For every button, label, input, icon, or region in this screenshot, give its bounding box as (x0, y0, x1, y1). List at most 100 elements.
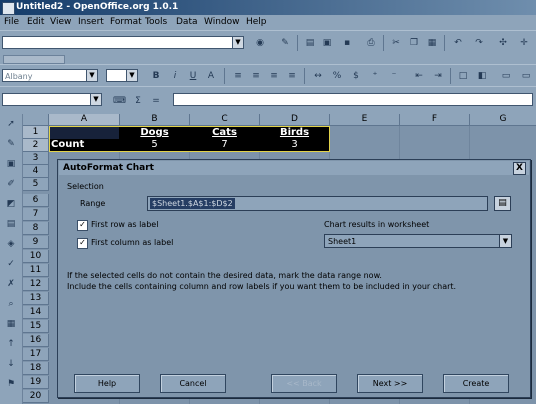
autofilter-icon[interactable]: ⚑ (5, 378, 17, 390)
row-header[interactable]: 20 (23, 390, 49, 403)
range-input[interactable]: $Sheet1.$A$1:$D$2 (147, 196, 488, 211)
edit-icon[interactable]: ✎ (5, 138, 17, 150)
align-top-icon[interactable]: ▭ (500, 70, 512, 82)
menu-data[interactable]: Data (176, 15, 198, 30)
pencil-icon[interactable]: ✐ (5, 178, 17, 190)
cell-a2[interactable]: Count (51, 139, 118, 151)
delete-decimal-icon[interactable]: ⁻ (388, 70, 400, 82)
insert-object-icon[interactable]: ◩ (5, 198, 17, 210)
cut-icon[interactable]: ✂ (390, 37, 402, 49)
help-button[interactable]: Help (74, 374, 140, 393)
undo-icon[interactable]: ↶ (452, 37, 464, 49)
save-icon[interactable]: ▪ (341, 37, 353, 49)
sum-icon[interactable]: Σ (132, 95, 144, 107)
menu-tools[interactable]: Tools (145, 15, 167, 30)
formula-input[interactable] (173, 93, 533, 106)
copy-icon[interactable]: ❐ (408, 37, 420, 49)
row-header[interactable]: 18 (23, 362, 49, 375)
cell-c2[interactable]: 7 (190, 139, 259, 151)
column-header-g[interactable]: G (470, 114, 536, 126)
chevron-down-icon[interactable]: ▼ (126, 70, 137, 81)
navigator-icon[interactable]: ✣ (497, 37, 509, 49)
borders-icon[interactable]: □ (457, 70, 469, 82)
background-color-icon[interactable]: ◧ (476, 70, 488, 82)
underline-icon[interactable]: U (187, 70, 199, 82)
row-header[interactable]: 1 (23, 126, 49, 139)
back-button[interactable]: << Back (271, 374, 337, 393)
first-column-checkbox[interactable]: ✓ (77, 238, 88, 249)
column-header-b[interactable]: B (120, 114, 190, 126)
row-header[interactable]: 10 (23, 250, 49, 263)
decrease-indent-icon[interactable]: ⇤ (413, 70, 425, 82)
datasource-icon[interactable]: ▦ (5, 318, 17, 330)
row-header[interactable]: 5 (23, 178, 49, 191)
column-header-c[interactable]: C (190, 114, 260, 126)
sort-descending-icon[interactable]: ↓ (5, 358, 17, 370)
spellcheck-icon[interactable]: ✓ (5, 258, 17, 270)
name-box[interactable]: ▼ (2, 93, 102, 106)
column-header-f[interactable]: F (400, 114, 470, 126)
bold-icon[interactable]: B (150, 70, 162, 82)
add-decimal-icon[interactable]: ⁺ (369, 70, 381, 82)
menu-view[interactable]: View (50, 15, 71, 30)
percent-icon[interactable]: % (331, 70, 343, 82)
row-header[interactable]: 14 (23, 306, 49, 319)
open-icon[interactable]: ▣ (321, 37, 333, 49)
column-header-d[interactable]: D (260, 114, 330, 126)
row-header[interactable]: 12 (23, 278, 49, 291)
row-header[interactable]: 3 (23, 152, 49, 165)
paste-icon[interactable]: ▦ (426, 37, 438, 49)
increase-indent-icon[interactable]: ⇥ (432, 70, 444, 82)
cell-c1[interactable]: Cats (190, 127, 259, 139)
menu-insert[interactable]: Insert (78, 15, 104, 30)
cancel-button[interactable]: Cancel (160, 374, 226, 393)
url-combo[interactable]: ▼ (2, 36, 244, 49)
currency-icon[interactable]: $ (350, 70, 362, 82)
chevron-down-icon[interactable]: ▼ (232, 37, 243, 48)
cell-a1[interactable] (50, 127, 119, 139)
chevron-down-icon[interactable]: ▼ (499, 235, 511, 247)
font-size-combo[interactable]: ▼ (106, 69, 138, 82)
column-header-e[interactable]: E (330, 114, 400, 126)
shrink-range-button[interactable]: ▤ (494, 196, 511, 211)
align-right-icon[interactable]: ≡ (268, 70, 280, 82)
row-header[interactable]: 7 (23, 208, 49, 221)
create-button[interactable]: Create (443, 374, 509, 393)
pointer-icon[interactable]: ➚ (5, 118, 17, 130)
next-button[interactable]: Next >> (357, 374, 423, 393)
toolbar-tab[interactable] (3, 55, 65, 64)
select-all-corner[interactable] (23, 114, 49, 126)
insert-icon[interactable]: ▣ (5, 158, 17, 170)
chevron-down-icon[interactable]: ▼ (86, 70, 97, 81)
close-icon[interactable]: X (513, 162, 526, 175)
align-middle-icon[interactable]: ▭ (520, 70, 532, 82)
stylist-icon[interactable]: ✛ (518, 37, 530, 49)
font-color-icon[interactable]: A (205, 70, 217, 82)
menu-help[interactable]: Help (246, 15, 267, 30)
font-name-combo[interactable]: Albany ▼ (2, 69, 98, 82)
form-icon[interactable]: ▤ (5, 218, 17, 230)
autospell-icon[interactable]: ✗ (5, 278, 17, 290)
function-icon[interactable]: = (150, 95, 162, 107)
chevron-down-icon[interactable]: ▼ (90, 94, 101, 105)
merge-cells-icon[interactable]: ↔ (312, 70, 324, 82)
redo-icon[interactable]: ↷ (473, 37, 485, 49)
row-header[interactable]: 6 (23, 194, 49, 207)
row-header[interactable]: 9 (23, 236, 49, 249)
menu-format[interactable]: Format (110, 15, 142, 30)
column-header-a[interactable]: A (49, 114, 120, 126)
row-header[interactable]: 19 (23, 376, 49, 389)
row-header[interactable]: 8 (23, 222, 49, 235)
menu-edit[interactable]: Edit (27, 15, 44, 30)
row-header[interactable]: 11 (23, 264, 49, 277)
row-header[interactable]: 2 (23, 139, 49, 152)
align-left-icon[interactable]: ≡ (232, 70, 244, 82)
results-worksheet-select[interactable]: Sheet1 ▼ (324, 234, 512, 248)
row-header[interactable]: 13 (23, 292, 49, 305)
sort-ascending-icon[interactable]: ↑ (5, 338, 17, 350)
menu-file[interactable]: File (4, 15, 19, 30)
align-center-icon[interactable]: ≡ (250, 70, 262, 82)
edit-file-icon[interactable]: ✎ (279, 37, 291, 49)
cell-b2[interactable]: 5 (120, 139, 189, 151)
row-header[interactable]: 15 (23, 320, 49, 333)
